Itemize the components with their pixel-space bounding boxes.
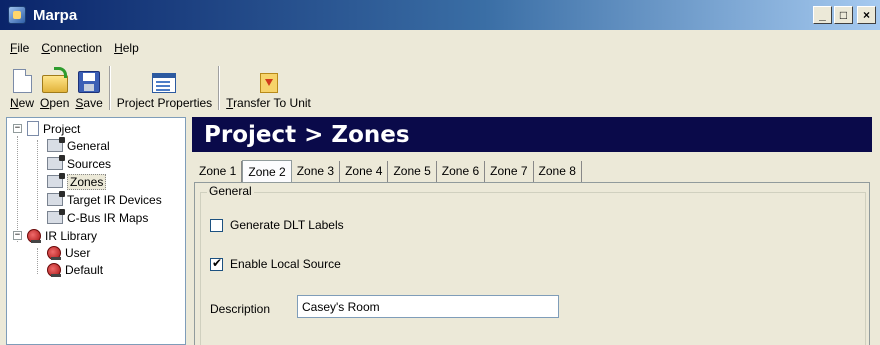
maximize-button[interactable]: □ (834, 6, 853, 24)
transfer-label: Transfer To Unit (226, 96, 311, 110)
tree-item-cbus-ir-maps[interactable]: C-Bus IR Maps (47, 209, 148, 226)
tab-zone-6[interactable]: Zone 6 (437, 161, 486, 182)
tree-connector (37, 140, 38, 220)
tree-item-target-ir-devices[interactable]: Target IR Devices (47, 191, 162, 208)
tab-zone-2[interactable]: Zone 2 (242, 160, 292, 183)
tree-item-label: IR Library (45, 228, 98, 243)
tab-zone-1[interactable]: Zone 1 (194, 161, 243, 182)
window-title: Marpa (33, 6, 78, 24)
project-properties-button[interactable]: Project Properties (114, 64, 215, 114)
open-folder-icon (41, 67, 68, 93)
checkbox-box[interactable] (210, 218, 223, 232)
tab-content: General Generate DLT Labels Enable Local… (194, 182, 870, 345)
checkbox-label: Generate DLT Labels (230, 218, 344, 232)
tree-item-default[interactable]: Default (47, 261, 103, 278)
main-panel: Project > Zones Zone 1 Zone 2 Zone 3 Zon… (192, 117, 872, 345)
general-groupbox: General Generate DLT Labels Enable Local… (200, 184, 866, 345)
ir-remote-icon (47, 262, 61, 277)
properties-icon (152, 73, 177, 93)
project-properties-label: Project Properties (116, 96, 213, 110)
checkbox-label: Enable Local Source (230, 257, 341, 271)
settings-page-icon (47, 137, 65, 152)
tree-item-label: Default (65, 262, 104, 277)
new-button[interactable]: New (7, 64, 37, 114)
tree-item-label: Project (43, 121, 81, 136)
tree-item-label: Sources (67, 156, 112, 171)
toolbar-separator (108, 66, 111, 110)
settings-page-icon (47, 155, 65, 170)
tab-zone-4[interactable]: Zone 4 (340, 161, 389, 182)
tree-item-user[interactable]: User (47, 244, 90, 261)
ir-remote-icon (27, 228, 41, 243)
tree-item-label: General (67, 138, 110, 153)
tab-zone-3[interactable]: Zone 3 (292, 161, 341, 182)
tab-zone-7[interactable]: Zone 7 (485, 161, 534, 182)
tree-item-ir-library[interactable]: − IR Library (13, 227, 97, 244)
description-label: Description (210, 302, 271, 316)
minimize-button[interactable]: _ (813, 6, 832, 24)
transfer-download-icon (259, 73, 278, 93)
open-label: Open (40, 96, 70, 110)
tree-item-sources[interactable]: Sources (47, 155, 111, 172)
transfer-to-unit-button[interactable]: Transfer To Unit (223, 64, 314, 114)
collapse-icon[interactable]: − (13, 124, 22, 133)
tab-zone-8[interactable]: Zone 8 (534, 161, 582, 182)
open-button[interactable]: Open (37, 64, 72, 114)
menu-connection[interactable]: Connection (35, 38, 108, 58)
save-button[interactable]: Save (72, 64, 105, 114)
menu-connection-mnemonic: C (41, 41, 51, 55)
document-icon (27, 121, 39, 136)
tree-item-label: User (65, 245, 91, 260)
zone-tabs: Zone 1 Zone 2 Zone 3 Zone 4 Zone 5 Zone … (194, 160, 582, 183)
new-file-icon (12, 69, 32, 93)
ir-remote-icon (47, 245, 61, 260)
save-disk-icon (78, 71, 101, 93)
save-label: Save (75, 96, 103, 110)
tree-connector (37, 248, 38, 274)
tree-item-label: Target IR Devices (67, 192, 162, 207)
window-controls: _ □ × (813, 6, 876, 24)
groupbox-title: General (207, 184, 254, 198)
menu-help-mnemonic: H (114, 41, 123, 55)
menu-connection-label: onnection (50, 41, 103, 55)
new-label: New (10, 96, 35, 110)
app-icon (8, 6, 26, 24)
menu-bar: File Connection Help (0, 38, 145, 58)
toolbar: New Open Save Project Properties Transfe… (0, 62, 880, 114)
project-tree[interactable]: − Project General Sources Zones Target I… (6, 117, 186, 345)
collapse-icon[interactable]: − (13, 231, 22, 240)
tree-item-label: C-Bus IR Maps (67, 210, 149, 225)
tree-item-zones[interactable]: Zones (47, 173, 107, 190)
menu-file-label: ile (17, 41, 30, 55)
description-input[interactable] (297, 295, 559, 318)
tab-zone-5[interactable]: Zone 5 (388, 161, 437, 182)
tree-item-general[interactable]: General (47, 137, 110, 154)
toolbar-separator (218, 66, 221, 110)
title-bar: Marpa _ □ × (0, 0, 880, 30)
menu-help-label: elp (122, 41, 139, 55)
tree-item-label-selected: Zones (67, 173, 107, 190)
checkbox-box-checked[interactable] (210, 256, 223, 271)
close-button[interactable]: × (857, 6, 876, 24)
menu-help[interactable]: Help (108, 38, 145, 58)
settings-page-icon (47, 209, 65, 224)
tree-item-project[interactable]: − Project (13, 120, 80, 137)
enable-local-source-checkbox[interactable]: Enable Local Source (210, 256, 341, 271)
settings-page-icon (47, 191, 65, 206)
menu-file[interactable]: File (0, 38, 35, 58)
settings-page-icon (47, 173, 65, 188)
page-title: Project > Zones (192, 117, 872, 152)
generate-dlt-labels-checkbox[interactable]: Generate DLT Labels (210, 218, 344, 232)
